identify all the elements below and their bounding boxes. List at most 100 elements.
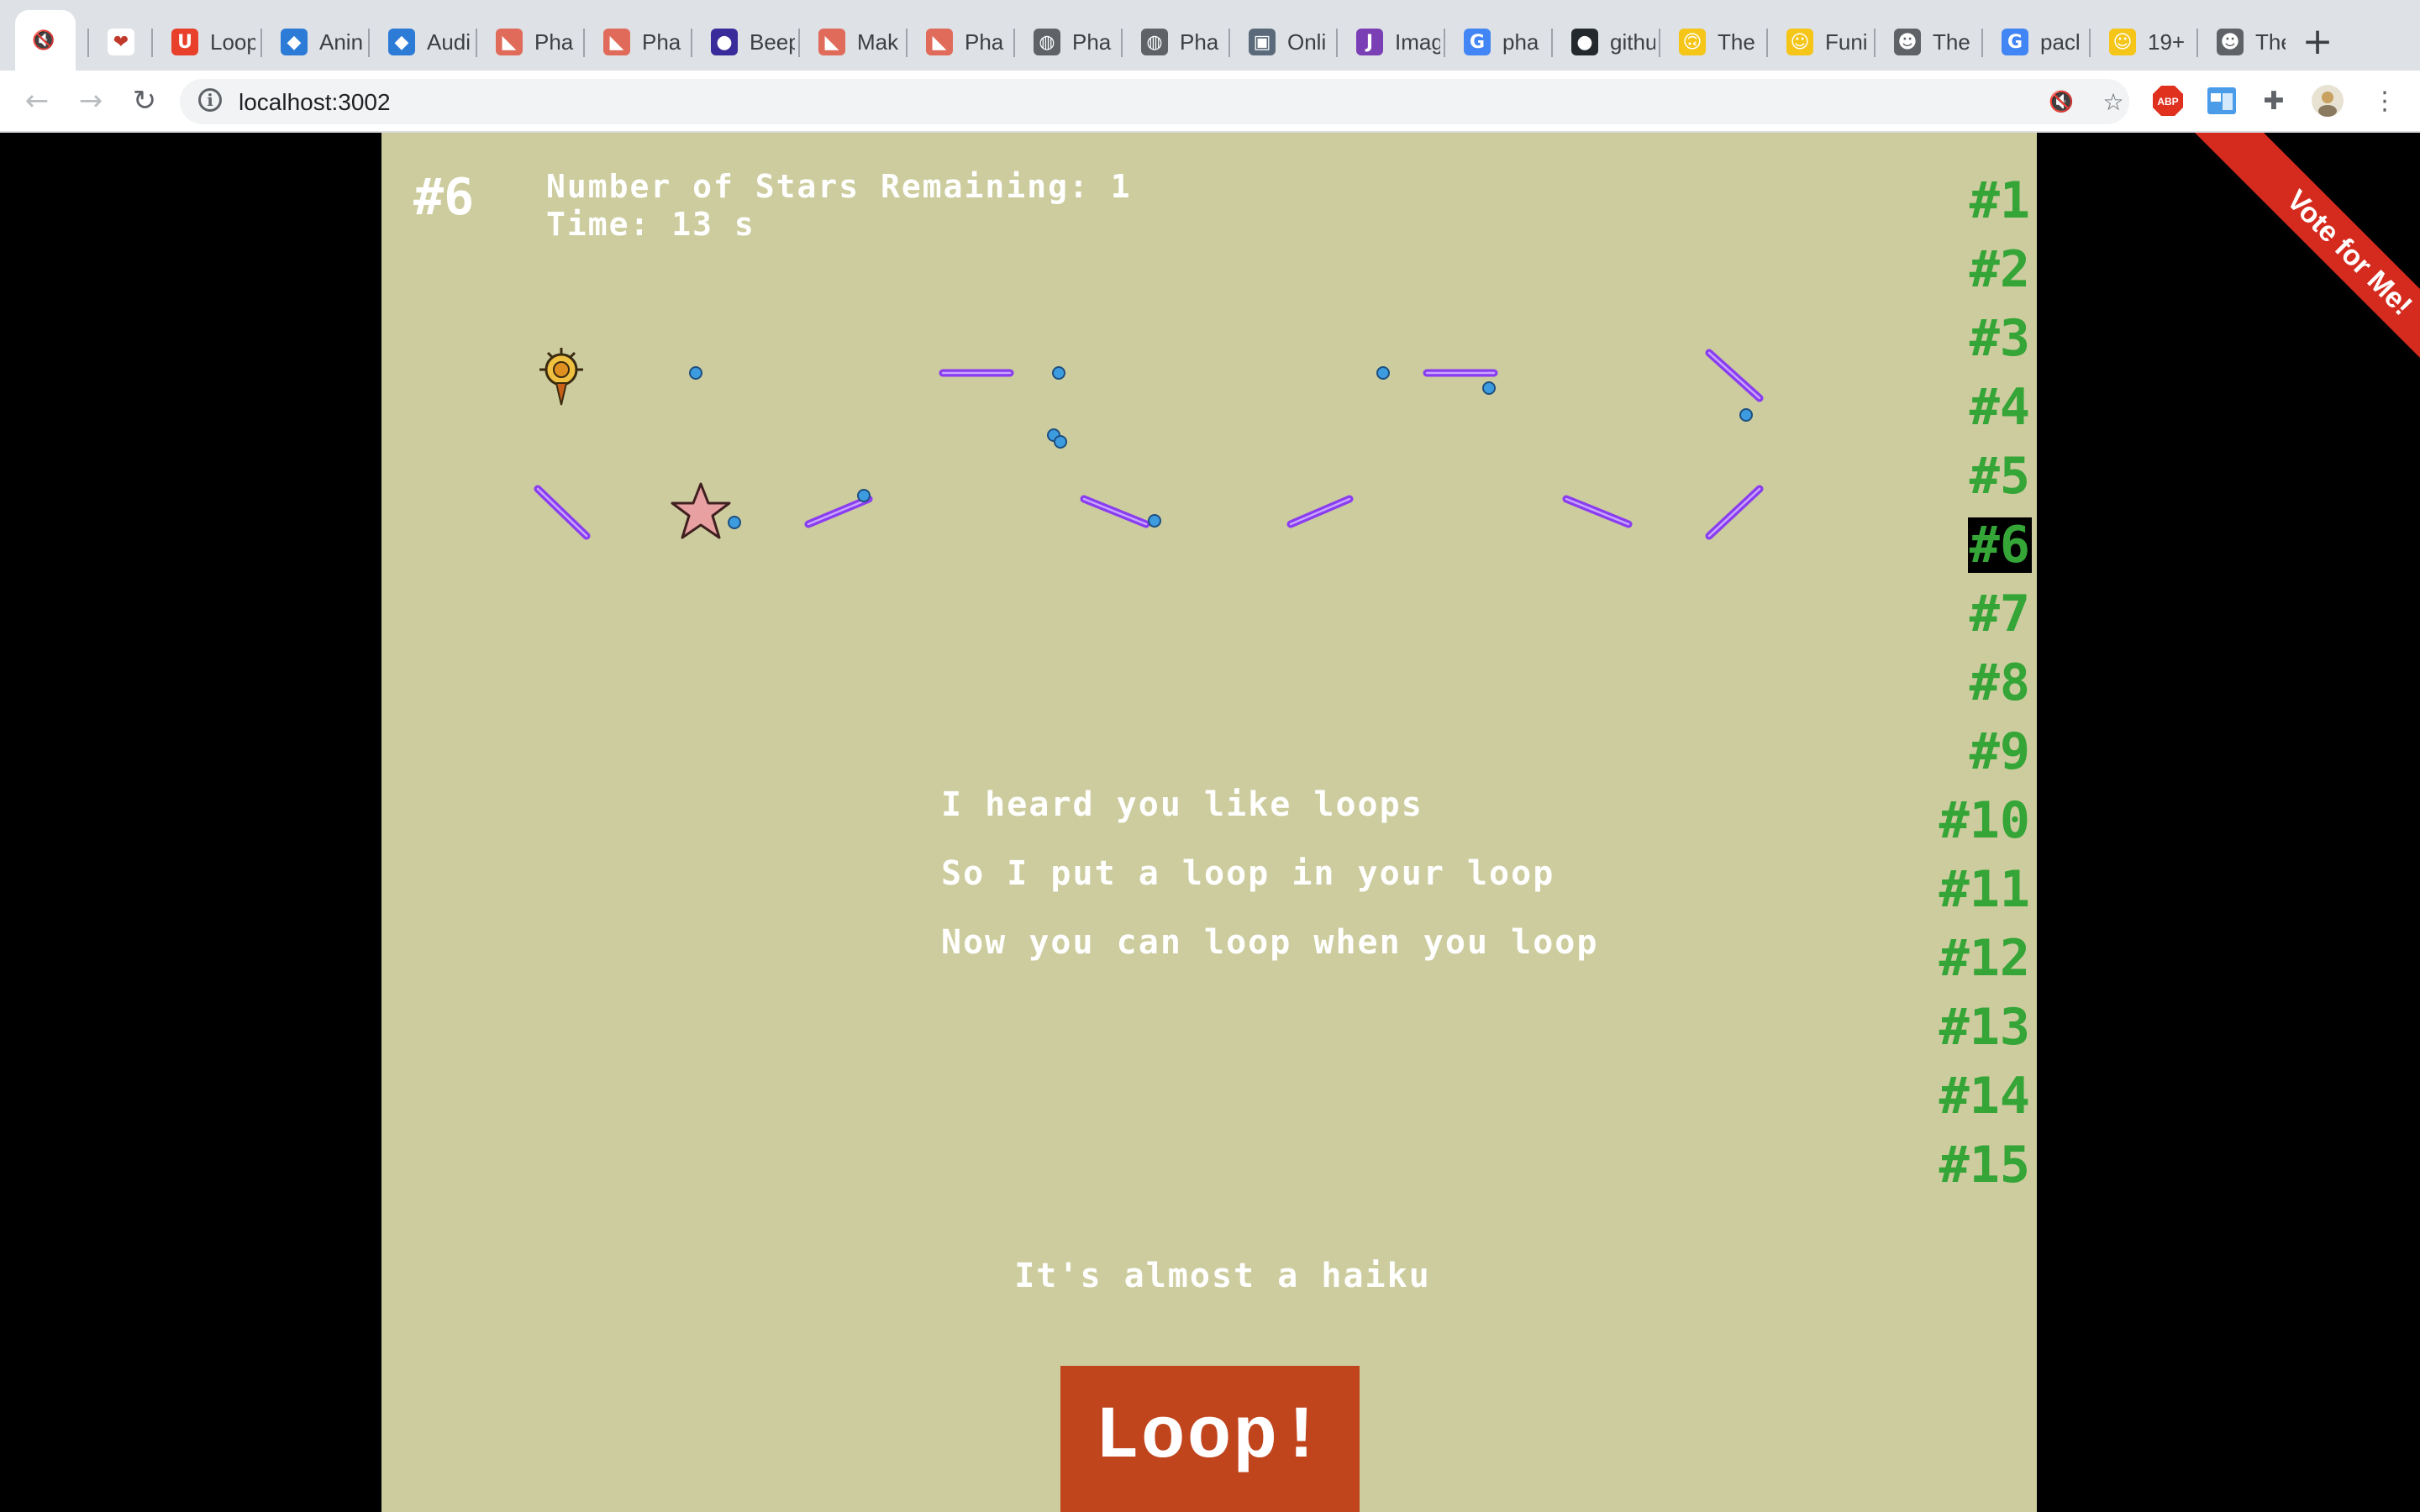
level-link[interactable]: #3: [1936, 304, 2033, 373]
google-icon: G: [2002, 29, 2028, 55]
reload-icon[interactable]: ↻: [126, 82, 163, 119]
tab-title: pha: [1502, 29, 1539, 55]
tab-title: Anin: [319, 29, 364, 55]
tab-title: The: [1718, 29, 1755, 55]
tab-title: pacl: [2040, 29, 2081, 55]
back-arrow-icon[interactable]: ←: [18, 82, 55, 119]
tab-title: Pha: [642, 29, 681, 55]
platform-highlight: [1707, 487, 1761, 538]
tab-title: Mak: [857, 29, 899, 55]
tab-title: githu: [1610, 29, 1655, 55]
level-link-label: #8: [1969, 654, 2030, 712]
muted-site-icon[interactable]: 🔇: [2047, 87, 2075, 116]
haiku-line-3: Now you can loop when you loop: [941, 923, 1599, 962]
level-list: #1 #2 #3 #4 #5 #6 #7 #8 #9 #10 #11 #12 #13 #14 #15: [1936, 166, 2033, 1200]
browser-tab[interactable]: ◍ Pha: [1126, 15, 1225, 69]
current-level-label: #6: [413, 168, 475, 227]
bookmark-star-icon[interactable]: ☆: [2099, 87, 2128, 116]
svg-text:ABP: ABP: [2157, 96, 2178, 108]
browser-menu-icon[interactable]: ⋮: [2368, 84, 2402, 118]
browser-tab[interactable]: ● githu: [1556, 15, 1655, 69]
browser-tab[interactable]: ◣ Mak: [803, 15, 902, 69]
level-link[interactable]: #12: [1936, 924, 2033, 993]
google-icon: G: [1464, 29, 1491, 55]
level-link[interactable]: #14: [1936, 1062, 2033, 1131]
browser-tab[interactable]: 🙃 The: [1664, 15, 1763, 69]
browser-tab[interactable]: ◣ Pha: [481, 15, 580, 69]
tab-separator: [1228, 29, 1230, 57]
browser-tab[interactable]: ◆ Audi: [373, 15, 472, 69]
level-link[interactable]: #2: [1936, 235, 2033, 304]
troll-face-icon: ☻: [2217, 29, 2244, 55]
loop-button[interactable]: Loop!: [1060, 1366, 1360, 1512]
tab-title: Pha: [1180, 29, 1219, 55]
image-tool-icon: ▣: [1249, 29, 1276, 55]
tab-title: Pha: [534, 29, 574, 55]
forward-arrow-icon[interactable]: →: [72, 82, 109, 119]
browser-tab[interactable]: ☺ 19+: [2094, 15, 2193, 69]
platform-highlight: [536, 487, 588, 538]
tab-separator: [1981, 29, 1983, 57]
tab-separator: [1766, 29, 1768, 57]
browser-tab[interactable]: ◣ Pha: [588, 15, 687, 69]
level-link[interactable]: #15: [1936, 1131, 2033, 1200]
phaser-icon: ◣: [818, 29, 845, 55]
browser-tab[interactable]: Gpha: [1449, 15, 1548, 69]
level-link-label: #5: [1969, 447, 2030, 506]
level-link-label: #13: [1939, 998, 2030, 1057]
orbit-dot: [1052, 366, 1065, 380]
browser-tab[interactable]: ☻ The: [1879, 15, 1978, 69]
tab-title: Loop: [210, 29, 255, 55]
address-bar[interactable]: i localhost:3002 🔇 ☆: [180, 79, 2129, 124]
site-info-icon[interactable]: i: [198, 88, 222, 112]
tab-separator: [1013, 29, 1015, 57]
browser-tab[interactable]: J Imag: [1341, 15, 1440, 69]
browser-tab[interactable]: ☺ Funi: [1771, 15, 1870, 69]
level-link[interactable]: #10: [1936, 786, 2033, 855]
tab-title: Imag: [1395, 29, 1440, 55]
level-link[interactable]: #9: [1936, 717, 2033, 786]
browser-tab[interactable]: ◣ Pha: [911, 15, 1010, 69]
profile-avatar[interactable]: [2311, 84, 2344, 118]
new-tab-icon[interactable]: +: [2294, 18, 2341, 66]
orbit-dot: [728, 516, 741, 529]
level-link[interactable]: #4: [1936, 373, 2033, 442]
orbit-dot: [1054, 435, 1067, 449]
window-extension-icon[interactable]: [2205, 84, 2238, 118]
level-link[interactable]: #6: [1936, 511, 2033, 580]
tab-title: Funi: [1825, 29, 1868, 55]
level-link[interactable]: #13: [1936, 993, 2033, 1062]
smiley-icon: ☺: [1786, 29, 1813, 55]
vote-ribbon-label[interactable]: Vote for Me!: [2183, 133, 2420, 419]
browser-tab[interactable]: ◆ Anin: [266, 15, 365, 69]
vote-ribbon[interactable]: Vote for Me!: [2096, 133, 2420, 457]
tab-separator: [87, 29, 89, 57]
browser-tab[interactable]: ◍ Pha: [1018, 15, 1118, 69]
tab-title: Onli: [1287, 29, 1327, 55]
browser-tab[interactable]: ▣ Onli: [1234, 15, 1333, 69]
browser-tab[interactable]: ☻ The: [2202, 15, 2286, 69]
level-link-label: #3: [1969, 309, 2030, 368]
level-link-label: #6: [1967, 516, 2032, 575]
browser-toolbar: ← → ↻ i localhost:3002 🔇 ☆ ABP ✚ ⋮: [0, 71, 2420, 133]
level-link[interactable]: #1: [1936, 166, 2033, 235]
browser-tab[interactable]: 🔇: [15, 10, 76, 71]
level-link[interactable]: #8: [1936, 648, 2033, 717]
browser-tab[interactable]: U Loop: [156, 15, 255, 69]
level-link-label: #2: [1969, 240, 2030, 299]
level-link-label: #7: [1969, 585, 2030, 643]
adblock-icon[interactable]: ABP: [2151, 84, 2185, 118]
level-link-label: #4: [1969, 378, 2030, 437]
browser-tab[interactable]: Gpacl: [1986, 15, 2086, 69]
level-link-label: #12: [1939, 929, 2030, 988]
phaser-icon: ◣: [603, 29, 630, 55]
level-link[interactable]: #11: [1936, 855, 2033, 924]
almost-haiku-text: It's almost a haiku: [1014, 1257, 1431, 1295]
extensions-puzzle-icon[interactable]: ✚: [2257, 84, 2291, 118]
url-text[interactable]: localhost:3002: [239, 89, 391, 116]
browser-tab[interactable]: ❤: [92, 15, 148, 69]
orbit-dot: [1482, 381, 1496, 395]
level-link[interactable]: #5: [1936, 442, 2033, 511]
level-link[interactable]: #7: [1936, 580, 2033, 648]
browser-tab[interactable]: ● Beep: [696, 15, 795, 69]
